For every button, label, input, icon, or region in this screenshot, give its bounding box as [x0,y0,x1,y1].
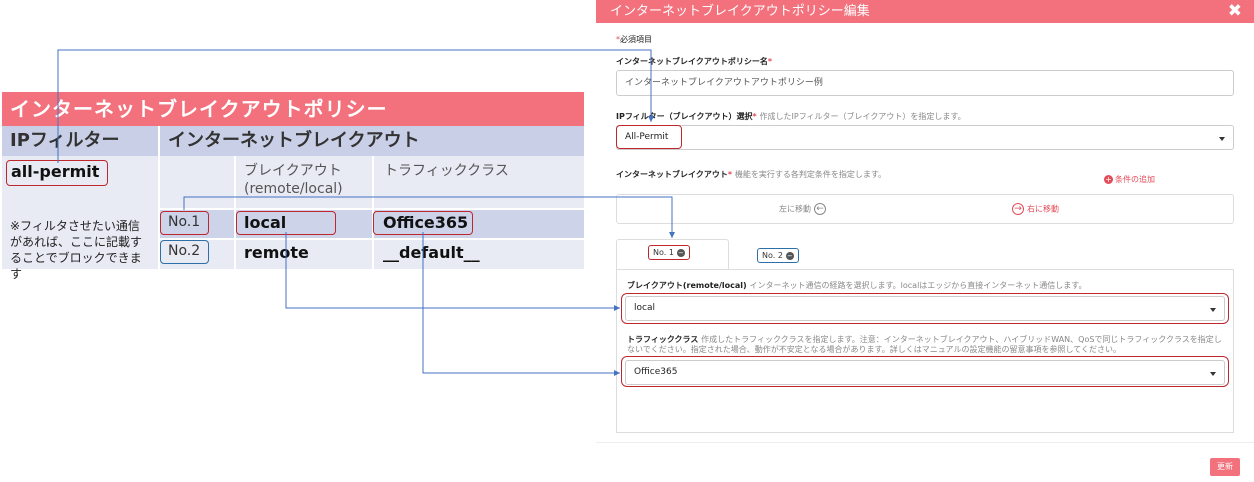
footer-divider [596,442,1254,443]
header-divider [158,126,160,156]
internet-breakout-label: インターネットブレイクアウト* 機能を実行する各判定条件を指定します。 [616,170,887,179]
tab-no1-pill: No. 1− [648,245,690,260]
move-right-button[interactable]: → 右に移動 [1009,203,1059,215]
col-breakout-label: ブレイクアウト(remote/local) [244,163,343,197]
move-bar: 左に移動 ← → 右に移動 [616,194,1234,224]
chevron-down-icon [1219,136,1225,141]
update-button[interactable]: 更新 [1210,458,1240,476]
remove-icon[interactable]: − [785,252,794,260]
highlight-box [236,211,336,235]
row-divider [159,208,584,210]
highlight-box [621,293,1229,324]
highlight-box [373,211,473,235]
tab-no2[interactable]: No. 2− [757,243,799,263]
move-left-button[interactable]: 左に移動 ← [779,203,829,215]
required-note: *必須項目 [616,35,652,44]
tab-panel: ブレイクアウト(remote/local) インターネット通信の経路を選択します… [616,269,1234,433]
policy-summary-table: インターネットブレイクアウトポリシー IPフィルター インターネットブレイクアウ… [2,92,584,281]
arrow-left-icon: ← [814,203,826,215]
highlight-box [616,125,682,149]
row-traffic: __default__ [383,243,480,262]
policy-edit-dialog: インターネットブレイクアウトポリシー編集 ✖ *必須項目 インターネットブレイク… [596,0,1254,482]
traffic-class-label: トラフィッククラス 作成したトラフィッククラスを指定します。注意：インターネット… [627,335,1222,354]
ipfilter-select[interactable]: All-Permit [616,125,1234,150]
header-internet-breakout: インターネットブレイクアウト [168,130,420,151]
highlight-box [160,211,209,235]
close-icon[interactable]: ✖ [1228,3,1242,20]
summary-title: インターネットブレイクアウトポリシー [2,92,584,126]
summary-body: all-permit ※フィルタさせたい通信があれば、ここに記載することでブロッ… [2,156,584,281]
policy-name-label: インターネットブレイクアウトポリシー名* [616,57,773,66]
dialog-title-text: インターネットブレイクアウトポリシー編集 [610,4,870,19]
row-divider [159,238,584,240]
ipfilter-label: IPフィルター（ブレイクアウト）選択* 作成したIPフィルター（ブレイクアウト）… [616,112,966,121]
row-breakout: remote [244,243,309,262]
summary-header: IPフィルター インターネットブレイクアウト [2,126,584,156]
tab-no1[interactable]: No. 1− [616,239,729,270]
add-condition-button[interactable]: + 条件の追加 [1104,174,1155,185]
plus-icon: + [1104,175,1113,184]
highlight-box [621,356,1229,387]
dialog-title: インターネットブレイクアウトポリシー編集 [596,0,1254,23]
remove-icon[interactable]: − [676,249,685,257]
header-ip-filter: IPフィルター [10,130,120,151]
col-traffic-label: トラフィッククラス [384,163,509,179]
ip-filter-note: ※フィルタさせたい通信があれば、ここに記載することでブロックできます [10,219,143,281]
highlight-box [6,160,108,186]
highlight-box [160,240,209,264]
arrow-right-icon: → [1012,203,1024,215]
policy-name-input[interactable]: インターネットブレイクアウトアウトポリシー例 [616,70,1234,96]
breakout-label: ブレイクアウト(remote/local) インターネット通信の経路を選択します… [627,281,1087,290]
tab-no2-pill: No. 2− [757,248,799,263]
